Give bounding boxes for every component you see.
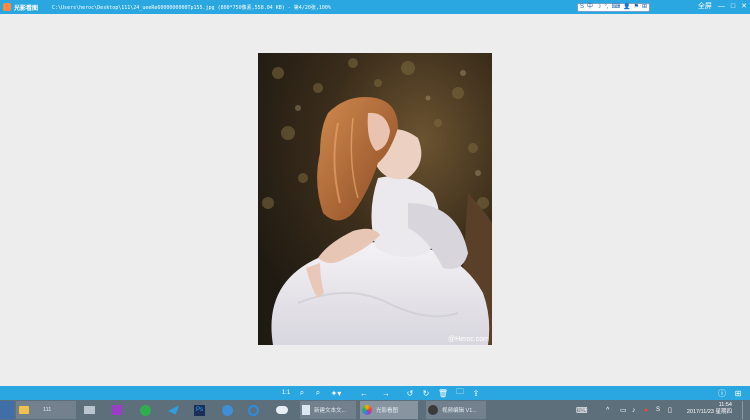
clock-time: 11:54 (718, 402, 732, 408)
shirt-icon[interactable]: ⚑ (634, 4, 639, 11)
computer-icon[interactable] (84, 401, 98, 419)
title-bar[interactable]: 光影看图 C:\Users\heroc\Desktop\111\24_ueeRe… (0, 0, 750, 14)
taskbar-folder[interactable]: 111 (16, 401, 76, 419)
app-icon (3, 3, 11, 11)
volume-icon[interactable]: ♪ (632, 401, 642, 419)
taskbar-video-editor[interactable]: 视频编辑 V1... (426, 401, 486, 419)
keyboard-icon[interactable]: ⌨ (576, 401, 588, 419)
moon-icon[interactable]: ☽ (596, 4, 601, 11)
taskbar-clock[interactable]: 11:54 2017/11/23 星期四 (687, 402, 732, 416)
cloud-app-icon[interactable] (222, 401, 236, 419)
antivirus-icon[interactable]: ● (644, 401, 654, 419)
photo-watermark: @Heroc.com (448, 336, 489, 343)
folder-label: 111 (43, 407, 52, 413)
image-canvas[interactable]: @Heroc.com (0, 14, 750, 386)
share-icon[interactable]: ⇪ (470, 387, 482, 399)
folder-icon[interactable]: 🗀 (454, 387, 466, 399)
ime-mode-label[interactable]: 中 (587, 4, 593, 11)
bird-app-icon[interactable] (168, 401, 182, 419)
windows-taskbar: 111 Ps 新建文本文... 光影看图 视频编辑 V1... ⌨ ^ ▭ ♪ … (0, 400, 750, 420)
viewer-app-icon (362, 405, 372, 415)
show-desktop-button[interactable] (742, 401, 750, 419)
tray-expand-icon[interactable]: ^ (606, 401, 616, 419)
minimize-button[interactable]: — (718, 3, 725, 10)
close-button[interactable]: ✕ (741, 2, 747, 10)
window-controls: 全屏 — □ ✕ (698, 1, 747, 11)
clock-date: 2017/11/23 星期四 (686, 409, 732, 415)
maximize-button[interactable]: □ (731, 3, 735, 10)
thumbnail-grid-icon[interactable]: ⊞ (732, 387, 744, 399)
user-icon[interactable]: 👤 (623, 4, 630, 11)
network-icon[interactable]: ▭ (620, 401, 630, 419)
delete-icon[interactable]: 🗑 (437, 387, 449, 399)
cloud-drive-icon[interactable] (276, 401, 290, 419)
displayed-photo[interactable]: @Heroc.com (258, 53, 492, 345)
notepad-icon (302, 405, 310, 415)
rotate-left-icon[interactable]: ↺ (404, 387, 416, 399)
image-viewer-window: 光影看图 C:\Users\heroc\Desktop\111\24_ueeRe… (0, 0, 750, 420)
circle-app-icon[interactable] (248, 401, 262, 419)
viewer-toolbar: 1:1 ⌕ ⌕ ✦▾ ← → ↺ ↻ 🗑 🗀 ⇪ ⓘ ⊞ (0, 386, 750, 400)
video-editor-label: 视频编辑 V1... (442, 408, 477, 414)
photo-illustration (258, 53, 492, 345)
punctuation-icon[interactable]: °, (604, 4, 608, 11)
zoom-in-icon[interactable]: ⌕ (296, 387, 308, 399)
ie-browser-icon[interactable] (140, 401, 154, 419)
taskbar-image-viewer[interactable]: 光影看图 (360, 401, 418, 419)
info-icon[interactable]: ⓘ (716, 387, 728, 399)
grid-icon[interactable]: ⊞ (642, 4, 647, 11)
video-editor-icon (428, 405, 438, 415)
viewer-label: 光影看图 (376, 408, 399, 414)
zoom-out-icon[interactable]: ⌕ (312, 387, 324, 399)
display-icon[interactable]: ▯ (668, 401, 678, 419)
app-name: 光影看图 (14, 5, 39, 12)
ime-logo-icon[interactable]: S (580, 4, 584, 11)
taskbar-notepad[interactable]: 新建文本文... (300, 401, 356, 419)
rotate-right-icon[interactable]: ↻ (420, 387, 432, 399)
ime-tray-icon[interactable]: S (656, 401, 666, 419)
start-button[interactable] (0, 401, 14, 419)
previous-arrow-icon[interactable]: ← (358, 387, 370, 399)
ime-toolbar[interactable]: S 中 ☽ °, ⌨ 👤 ⚑ ⊞ (577, 3, 651, 12)
folder-icon (19, 406, 29, 414)
magic-wand-icon[interactable]: ✦▾ (328, 387, 344, 399)
keyboard-icon[interactable]: ⌨ (612, 4, 621, 11)
file-info: C:\Users\heroc\Desktop\111\24_ueeRe60000… (52, 4, 331, 11)
next-arrow-icon[interactable]: → (380, 387, 392, 399)
fullscreen-button[interactable]: 全屏 (698, 1, 712, 11)
notepad-label: 新建文本文... (314, 408, 347, 414)
app-cube-icon[interactable] (112, 401, 126, 419)
photoshop-icon[interactable]: Ps (194, 401, 208, 419)
actual-size-button[interactable]: 1:1 (280, 387, 292, 399)
